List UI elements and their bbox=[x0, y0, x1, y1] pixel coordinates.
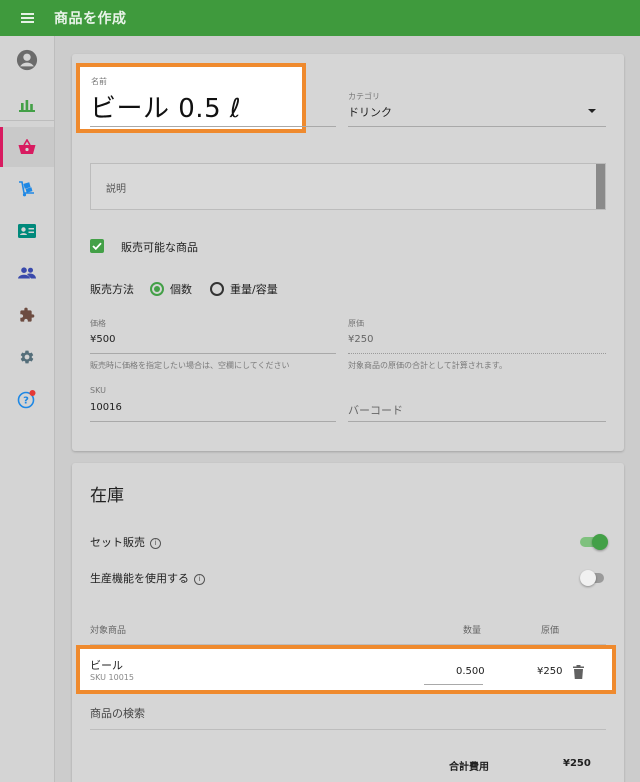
set-sale-label: セット販売 i bbox=[90, 534, 161, 550]
people-icon bbox=[18, 267, 36, 279]
name-input[interactable]: ビール 0.5 ℓ bbox=[90, 88, 241, 125]
sidebar-item-employees[interactable] bbox=[0, 253, 54, 293]
component-sku: SKU 10015 bbox=[90, 673, 134, 682]
sales-method-label: 販売方法 bbox=[90, 283, 134, 296]
total-cost-label: 合計費用 bbox=[449, 762, 489, 773]
total-cost-value: ¥250 bbox=[563, 758, 591, 769]
sidebar-item-inventory[interactable] bbox=[0, 169, 54, 209]
barcode-input[interactable]: バーコード bbox=[348, 402, 403, 418]
app-bar: 商品を作成 bbox=[0, 0, 640, 36]
sku-input[interactable]: 10016 bbox=[90, 402, 122, 413]
set-sale-toggle[interactable] bbox=[580, 533, 608, 551]
sku-label: SKU bbox=[90, 386, 106, 395]
dropdown-arrow-icon[interactable] bbox=[588, 109, 596, 113]
name-label: 名前 bbox=[91, 77, 107, 86]
name-underline bbox=[90, 126, 336, 127]
price-underline bbox=[90, 353, 336, 354]
saleable-label: 販売可能な商品 bbox=[121, 241, 198, 254]
category-underline bbox=[348, 126, 606, 127]
radio-by-weight-label: 重量/容量 bbox=[230, 283, 278, 296]
sku-underline bbox=[90, 421, 336, 422]
sidebar-item-reports[interactable] bbox=[0, 85, 54, 125]
sidebar-item-integrations[interactable] bbox=[0, 295, 54, 335]
description-scrollbar[interactable] bbox=[596, 164, 605, 209]
qty-underline bbox=[424, 684, 483, 685]
info-icon: i bbox=[194, 574, 205, 585]
sidebar-item-settings[interactable] bbox=[0, 337, 54, 377]
bar-chart-icon bbox=[19, 100, 35, 112]
search-underline bbox=[90, 729, 606, 730]
description-placeholder: 説明 bbox=[106, 184, 126, 195]
price-hint: 販売時に価格を指定したい場合は、空欄にしてください bbox=[90, 361, 290, 370]
account-circle-icon bbox=[16, 49, 38, 71]
inventory-title: 在庫 bbox=[90, 486, 124, 506]
description-input[interactable] bbox=[90, 163, 606, 210]
svg-text:?: ? bbox=[23, 396, 29, 407]
help-icon: ? bbox=[17, 390, 36, 409]
price-label: 価格 bbox=[90, 319, 106, 328]
info-icon: i bbox=[150, 538, 161, 549]
hamburger-icon bbox=[20, 13, 34, 23]
check-icon bbox=[92, 242, 102, 250]
cost-value: ¥250 bbox=[348, 334, 374, 345]
column-header-item: 対象商品 bbox=[90, 626, 127, 636]
component-cost: ¥250 bbox=[537, 666, 563, 677]
column-header-qty: 数量 bbox=[463, 626, 482, 636]
cost-underline bbox=[348, 353, 606, 354]
category-select[interactable]: ドリンク bbox=[348, 104, 392, 120]
cost-label: 原価 bbox=[348, 319, 364, 328]
sidebar: ? bbox=[0, 36, 55, 782]
component-row-highlight bbox=[76, 645, 616, 694]
page-title: 商品を作成 bbox=[54, 11, 127, 27]
menu-button[interactable] bbox=[0, 0, 54, 36]
puzzle-icon bbox=[20, 307, 35, 322]
shopping-basket-icon bbox=[18, 139, 36, 154]
gear-icon bbox=[20, 350, 34, 364]
column-header-cost: 原価 bbox=[541, 626, 560, 636]
radio-by-count[interactable] bbox=[150, 282, 164, 296]
contact-card-icon bbox=[18, 224, 36, 238]
cost-hint: 対象商品の原価の合計として計算されます。 bbox=[348, 361, 507, 370]
category-label: カテゴリ bbox=[348, 92, 380, 101]
saleable-checkbox[interactable] bbox=[90, 239, 104, 253]
sidebar-item-help[interactable]: ? bbox=[0, 379, 54, 419]
product-search-input[interactable]: 商品の検索 bbox=[90, 705, 145, 721]
production-label: 生産機能を使用する i bbox=[90, 570, 205, 586]
production-toggle[interactable] bbox=[580, 569, 606, 587]
price-input[interactable]: ¥500 bbox=[90, 334, 115, 345]
sidebar-item-customers[interactable] bbox=[0, 211, 54, 251]
trash-icon bbox=[573, 665, 584, 679]
barcode-underline bbox=[348, 421, 606, 422]
sidebar-item-products[interactable] bbox=[0, 127, 54, 167]
radio-by-weight[interactable] bbox=[210, 282, 224, 296]
component-qty-input[interactable]: 0.500 bbox=[456, 666, 485, 677]
radio-by-count-label: 個数 bbox=[170, 283, 192, 296]
hand-truck-icon bbox=[19, 181, 34, 197]
delete-row-button[interactable] bbox=[573, 664, 584, 683]
sidebar-item-account[interactable] bbox=[0, 40, 54, 80]
component-name: ビール bbox=[90, 659, 123, 672]
